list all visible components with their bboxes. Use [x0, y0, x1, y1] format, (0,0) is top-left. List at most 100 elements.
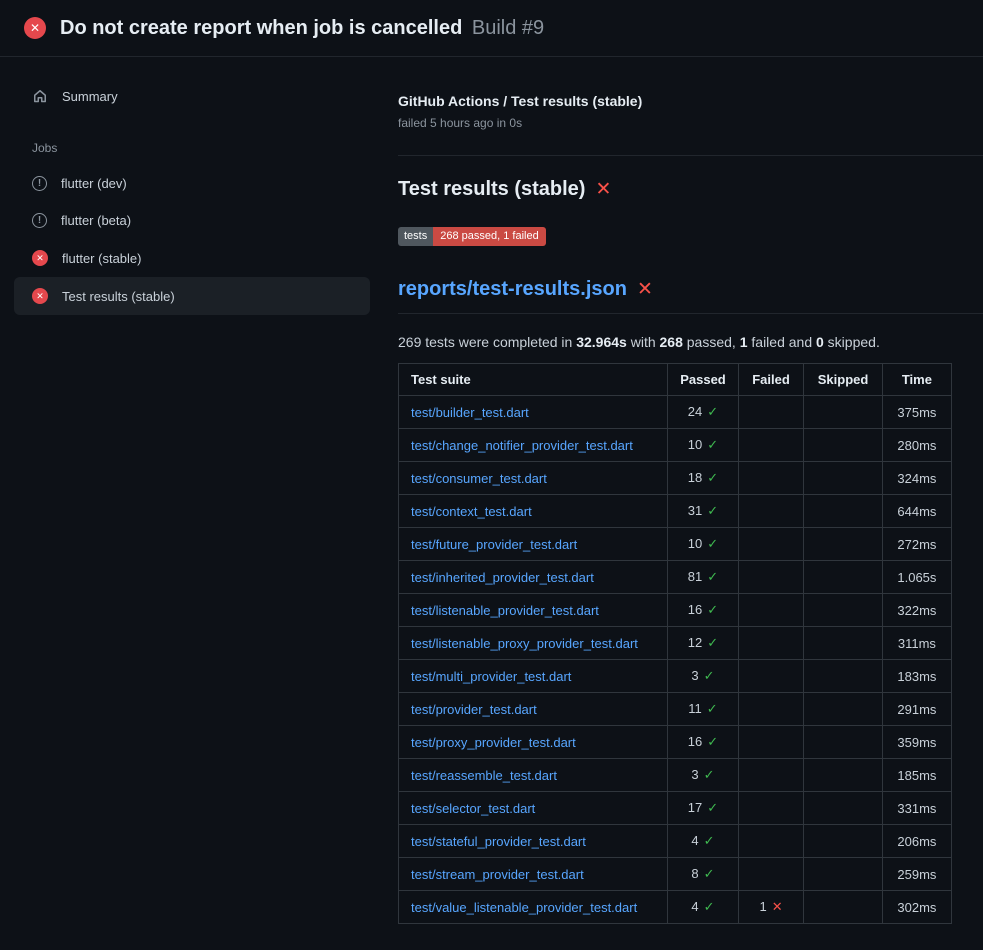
- passed-value: 16: [688, 602, 702, 617]
- tests-badge: tests 268 passed, 1 failed: [398, 227, 546, 246]
- passed-cell: 3✓: [668, 759, 739, 792]
- badge-label: tests: [398, 227, 433, 246]
- time-cell: 324ms: [882, 462, 951, 495]
- failed-cell: ✕: [738, 429, 804, 462]
- skipped-cell: [804, 891, 883, 924]
- page-title: Do not create report when job is cancell…: [60, 17, 544, 40]
- duration-value: 32.964s: [576, 334, 627, 350]
- check-icon: ✓: [707, 404, 718, 419]
- failed-cell: ✕: [738, 759, 804, 792]
- table-header-row: Test suite Passed Failed Skipped Time: [399, 364, 952, 396]
- sidebar-item-summary[interactable]: Summary: [14, 77, 370, 115]
- test-summary-text: 269 tests were completed in 32.964s with…: [398, 334, 983, 350]
- table-row: test/value_listenable_provider_test.dart…: [399, 891, 952, 924]
- passed-value: 12: [688, 635, 702, 650]
- test-suite-link[interactable]: test/consumer_test.dart: [411, 471, 547, 486]
- section-title: Test results (stable) ✕: [398, 178, 983, 201]
- failed-status-icon: ✕: [24, 17, 46, 39]
- failed-value: 1: [759, 899, 766, 914]
- skipped-cell: [804, 693, 883, 726]
- failed-x-icon: ✕: [637, 280, 653, 299]
- check-icon: ✓: [704, 668, 715, 683]
- table-row: test/context_test.dart 31✓ ✕ 644ms: [399, 495, 952, 528]
- table-body: test/builder_test.dart 24 ✓ ✕ 375ms test/…: [399, 396, 952, 924]
- passed-value: 8: [691, 866, 698, 881]
- time-cell: 644ms: [882, 495, 951, 528]
- test-suite-link[interactable]: test/proxy_provider_test.dart: [411, 735, 576, 750]
- failed-cell: 1✕: [738, 891, 804, 924]
- test-suite-link[interactable]: test/multi_provider_test.dart: [411, 669, 571, 684]
- test-suite-link[interactable]: test/listenable_proxy_provider_test.dart: [411, 636, 638, 651]
- skipped-cell: [804, 858, 883, 891]
- table-row: test/stateful_provider_test.dart 4✓ ✕ 20…: [399, 825, 952, 858]
- divider: [398, 155, 983, 156]
- test-suite-link[interactable]: test/reassemble_test.dart: [411, 768, 557, 783]
- table-row: test/inherited_provider_test.dart 81✓ ✕ …: [399, 561, 952, 594]
- passed-cell: 11✓: [668, 693, 739, 726]
- sidebar-item-label: flutter (stable): [62, 252, 141, 265]
- sidebar-item-flutter-stable[interactable]: ✕ flutter (stable): [14, 239, 370, 277]
- x-glyph: ✕: [36, 292, 44, 301]
- skipped-cell: [804, 561, 883, 594]
- test-suite-link[interactable]: test/stream_provider_test.dart: [411, 867, 584, 882]
- passed-value: 11: [688, 701, 702, 716]
- test-suite-link[interactable]: test/value_listenable_provider_test.dart: [411, 900, 637, 915]
- skipped-cell: [804, 660, 883, 693]
- skipped-cell: [804, 495, 883, 528]
- breadcrumb[interactable]: GitHub Actions / Test results (stable): [398, 93, 983, 109]
- test-suite-link[interactable]: test/builder_test.dart: [411, 405, 529, 420]
- failed-cell: ✕: [738, 792, 804, 825]
- time-cell: 291ms: [882, 693, 951, 726]
- passed-value: 24: [688, 404, 702, 419]
- passed-cell: 31✓: [668, 495, 739, 528]
- skipped-cell: [804, 825, 883, 858]
- check-icon: ✓: [707, 437, 718, 452]
- check-icon: ✓: [707, 536, 718, 551]
- table-row: test/listenable_proxy_provider_test.dart…: [399, 627, 952, 660]
- sidebar-item-test-results-stable[interactable]: ✕ Test results (stable): [14, 277, 370, 315]
- table-row: test/selector_test.dart 17✓ ✕ 331ms: [399, 792, 952, 825]
- failed-cell: ✕: [738, 396, 804, 429]
- failed-icon: ✕: [32, 288, 48, 304]
- skipped-cell: [804, 759, 883, 792]
- passed-cell: 81✓: [668, 561, 739, 594]
- test-suite-link[interactable]: test/selector_test.dart: [411, 801, 535, 816]
- time-cell: 331ms: [882, 792, 951, 825]
- time-cell: 359ms: [882, 726, 951, 759]
- passed-cell: 8✓: [668, 858, 739, 891]
- test-suite-link[interactable]: test/listenable_provider_test.dart: [411, 603, 599, 618]
- sidebar-item-flutter-dev[interactable]: flutter (dev): [14, 165, 370, 202]
- skipped-cell: [804, 627, 883, 660]
- passed-value: 3: [691, 668, 698, 683]
- check-icon: ✓: [707, 470, 718, 485]
- check-icon: ✓: [707, 800, 718, 815]
- cross-icon: ✕: [772, 899, 783, 914]
- test-suite-link[interactable]: test/future_provider_test.dart: [411, 537, 577, 552]
- run-title: Do not create report when job is cancell…: [60, 17, 462, 39]
- test-suite-link[interactable]: test/stateful_provider_test.dart: [411, 834, 586, 849]
- sidebar-item-flutter-beta[interactable]: flutter (beta): [14, 202, 370, 239]
- sidebar: Summary Jobs flutter (dev) flutter (beta…: [0, 57, 380, 315]
- time-cell: 322ms: [882, 594, 951, 627]
- test-suite-link[interactable]: test/context_test.dart: [411, 504, 532, 519]
- passed-value: 10: [688, 437, 702, 452]
- sidebar-item-label: flutter (dev): [61, 177, 127, 190]
- test-suite-link[interactable]: test/change_notifier_provider_test.dart: [411, 438, 633, 453]
- time-cell: 1.065s: [882, 561, 951, 594]
- badge-value: 268 passed, 1 failed: [433, 227, 545, 246]
- test-suite-link[interactable]: test/inherited_provider_test.dart: [411, 570, 594, 585]
- report-file-link[interactable]: reports/test-results.json: [398, 278, 627, 301]
- passed-cell: 4✓: [668, 891, 739, 924]
- time-cell: 311ms: [882, 627, 951, 660]
- time-cell: 185ms: [882, 759, 951, 792]
- check-icon: ✓: [707, 569, 718, 584]
- skipped-cell: [804, 726, 883, 759]
- passed-cell: 12✓: [668, 627, 739, 660]
- time-cell: 259ms: [882, 858, 951, 891]
- passed-cell: 3✓: [668, 660, 739, 693]
- time-cell: 375ms: [882, 396, 951, 429]
- test-suite-link[interactable]: test/provider_test.dart: [411, 702, 537, 717]
- failed-count: 1: [740, 334, 748, 350]
- table-row: test/reassemble_test.dart 3✓ ✕ 185ms: [399, 759, 952, 792]
- cancelled-icon: [32, 176, 47, 191]
